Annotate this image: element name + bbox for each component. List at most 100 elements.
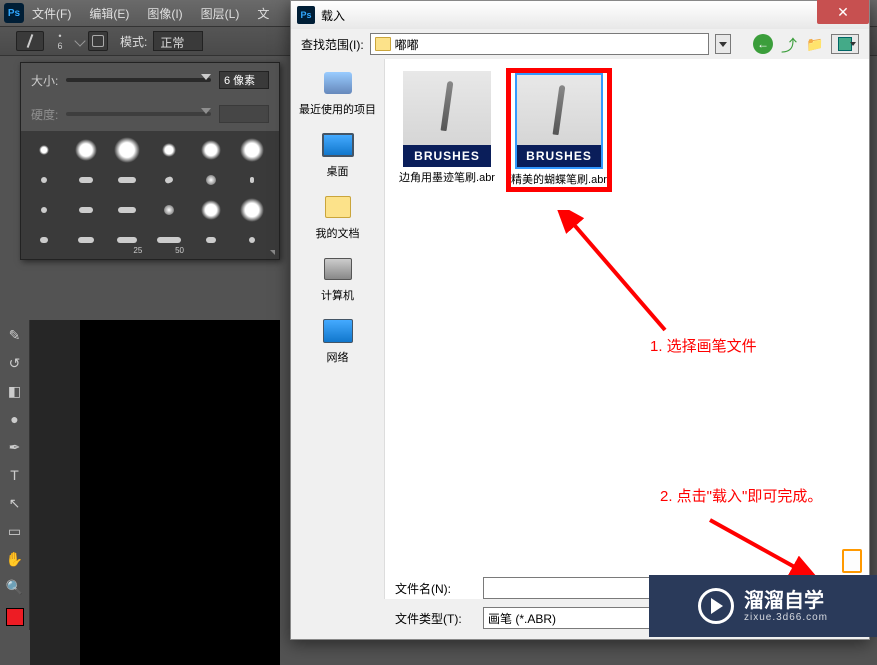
watermark-url: zixue.3d66.com <box>744 612 828 623</box>
gradient-tool-icon[interactable]: ◧ <box>4 380 26 402</box>
foreground-color-swatch[interactable] <box>6 608 24 626</box>
network-icon <box>320 315 356 347</box>
menu-layer[interactable]: 图层(L) <box>201 5 240 22</box>
brush-preset[interactable] <box>235 137 269 163</box>
hardness-label: 硬度: <box>31 106 58 123</box>
photoshop-window: Ps 文件(F) 编辑(E) 图像(I) 图层(L) 文 • 6 模式: 正常 … <box>0 0 877 665</box>
desktop-icon <box>320 129 356 161</box>
menu-edit[interactable]: 编辑(E) <box>89 5 129 22</box>
brush-preset[interactable] <box>27 197 61 223</box>
size-label: 大小: <box>31 72 58 89</box>
file-name: 精美的蝴蝶笔刷.abr <box>511 171 607 187</box>
dialog-toolbar: 查找范围(I): 嘟嘟 ← ⤴ 📁 <box>291 29 869 59</box>
brush-file-icon <box>515 73 603 169</box>
brush-preset-picker[interactable]: • 6 <box>50 31 70 51</box>
brush-preset[interactable] <box>69 227 103 253</box>
type-tool-icon[interactable]: T <box>4 464 26 486</box>
view-menu-button[interactable] <box>831 34 859 54</box>
brush-preset[interactable] <box>235 227 269 253</box>
load-button-edge[interactable] <box>842 549 862 573</box>
nav-up-button[interactable]: ⤴ <box>779 34 799 54</box>
dialog-titlebar: Ps 载入 ✕ <box>291 1 869 29</box>
lookin-dropdown-icon[interactable] <box>715 34 731 54</box>
zoom-tool-icon[interactable]: 🔍 <box>4 576 26 598</box>
brush-preset[interactable] <box>110 197 144 223</box>
brush-preset[interactable] <box>152 167 186 193</box>
size-slider[interactable] <box>66 78 211 82</box>
place-network[interactable]: 网络 <box>320 315 356 365</box>
hardness-slider[interactable] <box>66 112 211 116</box>
folder-icon <box>375 37 391 51</box>
brush-file-icon <box>403 71 491 167</box>
brush-preset[interactable] <box>69 167 103 193</box>
brush-preset[interactable]: 50 <box>152 227 186 253</box>
close-button[interactable]: ✕ <box>817 0 869 24</box>
brush-preset[interactable] <box>27 167 61 193</box>
lookin-label: 查找范围(I): <box>301 36 364 53</box>
place-recent[interactable]: 最近使用的项目 <box>299 67 376 117</box>
brush-preset[interactable] <box>235 167 269 193</box>
brush-panel-toggle-icon[interactable] <box>88 31 108 51</box>
brush-preset[interactable] <box>194 137 228 163</box>
place-documents[interactable]: 我的文档 <box>316 191 360 241</box>
file-item-selected[interactable]: 精美的蝴蝶笔刷.abr <box>509 71 609 189</box>
pen-tool-icon[interactable]: ✒ <box>4 436 26 458</box>
menu-file[interactable]: 文件(F) <box>32 5 71 22</box>
brush-preset-panel: 大小: 硬度: <box>20 62 280 260</box>
new-folder-button[interactable]: 📁 <box>805 34 825 54</box>
history-brush-icon[interactable]: ↺ <box>4 352 26 374</box>
brush-preset[interactable] <box>152 197 186 223</box>
dropdown-icon <box>74 35 85 46</box>
brush-preset[interactable] <box>69 137 103 163</box>
path-select-icon[interactable]: ↖ <box>4 492 26 514</box>
place-computer[interactable]: 计算机 <box>320 253 356 303</box>
photoshop-logo-icon: Ps <box>297 6 315 24</box>
dialog-title: 载入 <box>321 7 345 24</box>
file-item[interactable]: 边角用墨迹笔刷.abr <box>397 71 497 185</box>
watermark-title: 溜溜自学 <box>744 590 828 612</box>
brush-preset[interactable] <box>69 197 103 223</box>
blend-mode-select[interactable]: 正常 <box>153 31 203 51</box>
menu-image[interactable]: 图像(I) <box>147 5 182 22</box>
brush-preset[interactable] <box>110 167 144 193</box>
toolbox: ✎ ↺ ◧ ● ✒ T ↖ ▭ ✋ 🔍 <box>0 320 30 630</box>
brush-preset[interactable] <box>235 197 269 223</box>
brush-preset[interactable] <box>27 227 61 253</box>
brush-preset[interactable] <box>152 137 186 163</box>
brush-tool-icon[interactable] <box>16 31 44 51</box>
brush-preset[interactable]: 25 <box>110 227 144 253</box>
watermark-play-icon <box>698 588 734 624</box>
file-list[interactable]: 边角用墨迹笔刷.abr 精美的蝴蝶笔刷.abr <box>385 59 869 599</box>
watermark: 溜溜自学 zixue.3d66.com <box>649 575 877 637</box>
brush-preset[interactable] <box>110 137 144 163</box>
brush-preset[interactable] <box>194 167 228 193</box>
brush-preset[interactable] <box>194 197 228 223</box>
annotation-2: 2. 点击"载入"即可完成。 <box>660 485 870 506</box>
filetype-label: 文件类型(T): <box>395 610 475 627</box>
brush-grid: 25 50 <box>21 131 279 259</box>
place-desktop[interactable]: 桌面 <box>320 129 356 179</box>
mode-label: 模式: <box>120 33 147 50</box>
documents-icon <box>320 191 356 223</box>
file-name: 边角用墨迹笔刷.abr <box>399 169 495 185</box>
resize-grip-icon[interactable] <box>270 250 275 255</box>
lookin-combo[interactable]: 嘟嘟 <box>370 33 709 55</box>
menu-text[interactable]: 文 <box>257 5 269 22</box>
places-bar: 最近使用的项目 桌面 我的文档 计算机 网络 <box>291 59 385 599</box>
photoshop-logo-icon: Ps <box>4 3 24 23</box>
lookin-value: 嘟嘟 <box>395 36 419 53</box>
canvas[interactable] <box>80 320 280 665</box>
brush-preset[interactable] <box>194 227 228 253</box>
computer-icon <box>320 253 356 285</box>
brush-tool-icon[interactable]: ✎ <box>4 324 26 346</box>
recent-icon <box>320 67 356 99</box>
hardness-input[interactable] <box>219 105 269 123</box>
brush-preset[interactable] <box>27 137 61 163</box>
load-dialog: Ps 载入 ✕ 查找范围(I): 嘟嘟 ← ⤴ 📁 最近使用的项目 桌面 我的文… <box>290 0 870 640</box>
workspace <box>30 320 280 665</box>
size-input[interactable] <box>219 71 269 89</box>
dodge-tool-icon[interactable]: ● <box>4 408 26 430</box>
nav-back-button[interactable]: ← <box>753 34 773 54</box>
shape-tool-icon[interactable]: ▭ <box>4 520 26 542</box>
hand-tool-icon[interactable]: ✋ <box>4 548 26 570</box>
